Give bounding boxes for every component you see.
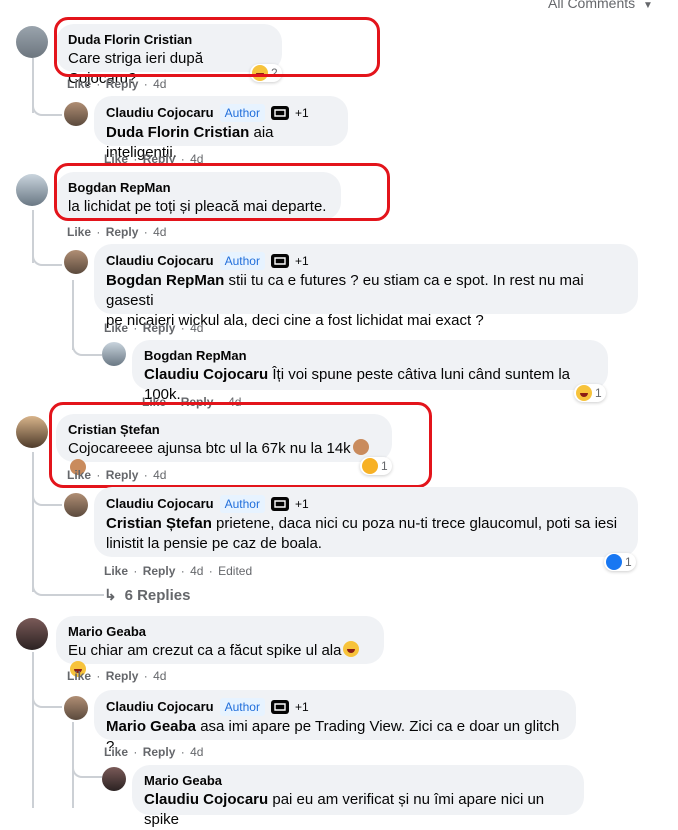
edited-label: Edited bbox=[218, 564, 253, 578]
reply-bubble: Claudiu Cojocaru Author +1 Bogdan RepMan… bbox=[94, 244, 638, 329]
avatar[interactable] bbox=[16, 416, 48, 448]
reply-button[interactable]: Reply bbox=[106, 225, 139, 239]
like-button[interactable]: Like bbox=[104, 564, 128, 578]
mention-link[interactable]: Duda Florin Cristian bbox=[106, 124, 249, 141]
comment-actions: Like · Reply · 4d bbox=[67, 77, 167, 91]
timestamp[interactable]: 4d bbox=[190, 321, 203, 335]
avatar[interactable] bbox=[16, 618, 48, 650]
comment-text: Claudiu Cojocaru pai eu am verificat și … bbox=[144, 791, 545, 828]
mention-link[interactable]: Mario Geaba bbox=[106, 718, 196, 735]
author-badge: Author bbox=[219, 104, 265, 122]
reply-arrow-icon: ↳ bbox=[104, 587, 117, 604]
like-button[interactable]: Like bbox=[67, 225, 91, 239]
comment-author[interactable]: Claudiu Cojocaru Author +1 bbox=[106, 104, 336, 122]
author-badge: Author bbox=[219, 495, 265, 513]
badge-count: +1 bbox=[294, 106, 309, 120]
timestamp[interactable]: 4d bbox=[190, 745, 203, 759]
comment-author[interactable]: Claudiu Cojocaru Author +1 bbox=[106, 495, 626, 513]
comment-actions: Like · Reply · 4d bbox=[104, 745, 204, 759]
avatar[interactable] bbox=[102, 342, 126, 366]
mention-link[interactable]: Cristian Ștefan bbox=[106, 515, 212, 532]
sort-label: All Comments bbox=[548, 0, 636, 11]
badge-count: +1 bbox=[294, 497, 309, 511]
like-button[interactable]: Like bbox=[67, 77, 91, 91]
top-fan-badge-icon bbox=[270, 106, 289, 120]
red-highlight bbox=[54, 17, 380, 77]
mention-link[interactable]: Claudiu Cojocaru bbox=[144, 366, 268, 383]
timestamp[interactable]: 4d bbox=[153, 225, 166, 239]
reaction-count[interactable]: 1 bbox=[574, 384, 606, 402]
comment-actions: Like · Reply · 4d · Edited bbox=[104, 564, 253, 578]
comment-author[interactable]: Bogdan RepMan bbox=[144, 348, 596, 364]
reply-button[interactable]: Reply bbox=[143, 745, 176, 759]
top-fan-badge-icon bbox=[270, 700, 289, 714]
avatar[interactable] bbox=[64, 102, 88, 126]
top-fan-badge-icon bbox=[270, 254, 289, 268]
timestamp[interactable]: 4d bbox=[153, 669, 166, 683]
avatar[interactable] bbox=[64, 493, 88, 517]
red-highlight bbox=[54, 163, 390, 221]
comment-author[interactable]: Claudiu Cojocaru Author +1 bbox=[106, 698, 564, 716]
comment-actions: Like · Reply · 4d bbox=[67, 669, 167, 683]
avatar[interactable] bbox=[102, 767, 126, 791]
avatar[interactable] bbox=[16, 174, 48, 206]
reply-button[interactable]: Reply bbox=[106, 669, 139, 683]
like-button[interactable]: Like bbox=[104, 321, 128, 335]
comment-author[interactable]: Mario Geaba bbox=[144, 773, 572, 789]
red-highlight bbox=[49, 402, 432, 488]
avatar[interactable] bbox=[16, 26, 48, 58]
comment-sort-dropdown[interactable]: All Comments ▼ bbox=[548, 0, 653, 11]
comment-text: Cristian Ștefan prietene, daca nici cu p… bbox=[106, 515, 618, 552]
comment-actions: Like · Reply · 4d bbox=[67, 225, 167, 239]
comment-bubble: Mario Geaba Eu chiar am crezut ca a făcu… bbox=[56, 616, 384, 677]
timestamp[interactable]: 4d bbox=[153, 77, 166, 91]
avatar[interactable] bbox=[64, 696, 88, 720]
top-fan-badge-icon bbox=[270, 497, 289, 511]
timestamp[interactable]: 4d bbox=[190, 564, 203, 578]
reply-button[interactable]: Reply bbox=[143, 564, 176, 578]
reply-bubble: Claudiu Cojocaru Author +1 Cristian Ștef… bbox=[94, 487, 638, 557]
author-badge: Author bbox=[219, 252, 265, 270]
view-replies-link[interactable]: ↳ 6 Replies bbox=[104, 586, 190, 605]
laughing-emoji-icon bbox=[343, 641, 360, 657]
comment-actions: Like · Reply · 4d bbox=[104, 321, 204, 335]
like-button[interactable]: Like bbox=[104, 745, 128, 759]
reply-button[interactable]: Reply bbox=[106, 77, 139, 91]
mention-link[interactable]: Claudiu Cojocaru bbox=[144, 791, 268, 808]
like-reaction-icon bbox=[606, 554, 622, 570]
haha-icon bbox=[576, 385, 592, 401]
badge-count: +1 bbox=[294, 700, 309, 714]
reply-bubble: Bogdan RepMan Claudiu Cojocaru Îți voi s… bbox=[132, 340, 608, 403]
reaction-count[interactable]: 1 bbox=[604, 553, 636, 571]
reply-button[interactable]: Reply bbox=[143, 321, 176, 335]
comment-author[interactable]: Claudiu Cojocaru Author +1 bbox=[106, 252, 626, 270]
author-badge: Author bbox=[219, 698, 265, 716]
like-button[interactable]: Like bbox=[67, 669, 91, 683]
mention-link[interactable]: Bogdan RepMan bbox=[106, 272, 224, 289]
badge-count: +1 bbox=[294, 254, 309, 268]
chevron-down-icon: ▼ bbox=[643, 0, 653, 11]
reply-bubble: Claudiu Cojocaru Author +1 Duda Florin C… bbox=[94, 96, 348, 161]
comment-author[interactable]: Mario Geaba bbox=[68, 624, 372, 640]
reply-bubble: Claudiu Cojocaru Author +1 Mario Geaba a… bbox=[94, 690, 576, 755]
avatar[interactable] bbox=[64, 250, 88, 274]
